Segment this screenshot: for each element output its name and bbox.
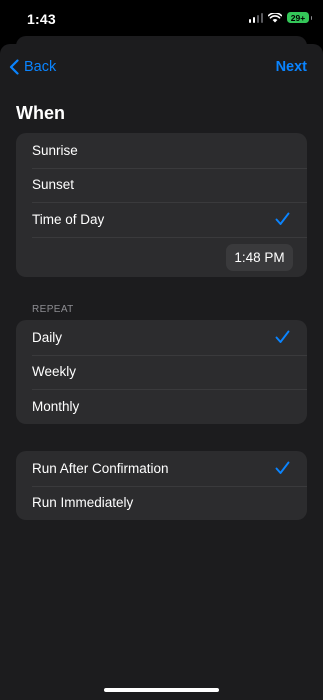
checkmark-icon: [275, 330, 290, 343]
repeat-option-monthly[interactable]: Monthly: [16, 389, 307, 424]
wifi-icon: [268, 12, 282, 22]
option-label: Sunset: [32, 177, 75, 193]
run-option-after-confirmation[interactable]: Run After Confirmation: [16, 451, 307, 486]
run-mode-group: Run After Confirmation Run Immediately: [16, 451, 307, 520]
back-button[interactable]: Back: [9, 59, 56, 75]
when-option-time-of-day[interactable]: Time of Day: [16, 202, 307, 237]
chevron-left-icon: [9, 59, 19, 75]
option-label: Monthly: [32, 398, 80, 414]
option-label: Time of Day: [32, 211, 105, 227]
home-indicator: [104, 688, 219, 692]
option-label: Run Immediately: [32, 495, 134, 511]
back-label: Back: [24, 59, 57, 75]
status-icons: 29+: [248, 12, 312, 23]
option-label: Weekly: [32, 364, 77, 380]
repeat-option-weekly[interactable]: Weekly: [16, 354, 307, 390]
cellular-signal-icon: [248, 12, 263, 23]
time-picker-row: 1:48 PM: [16, 236, 307, 277]
when-option-sunset[interactable]: Sunset: [16, 167, 307, 203]
when-option-sunrise[interactable]: Sunrise: [16, 133, 307, 168]
repeat-options-group: Daily Weekly Monthly: [16, 320, 307, 424]
when-options-group: Sunrise Sunset Time of Day 1:48 PM: [16, 133, 307, 277]
option-label: Daily: [32, 329, 63, 345]
option-label: Sunrise: [32, 142, 78, 158]
time-picker-button[interactable]: 1:48 PM: [226, 243, 293, 271]
next-button[interactable]: Next: [276, 59, 307, 75]
battery-icon: 29+: [287, 12, 312, 23]
option-label: Run After Confirmation: [32, 460, 169, 476]
status-time: 1:43: [27, 11, 56, 27]
checkmark-icon: [275, 461, 290, 474]
repeat-option-daily[interactable]: Daily: [16, 320, 307, 355]
status-bar: 1:43 29+: [0, 0, 323, 36]
run-option-immediately[interactable]: Run Immediately: [16, 485, 307, 521]
page-title: When: [16, 103, 65, 123]
repeat-section-header: REPEAT: [32, 304, 74, 315]
checkmark-icon: [275, 212, 290, 225]
